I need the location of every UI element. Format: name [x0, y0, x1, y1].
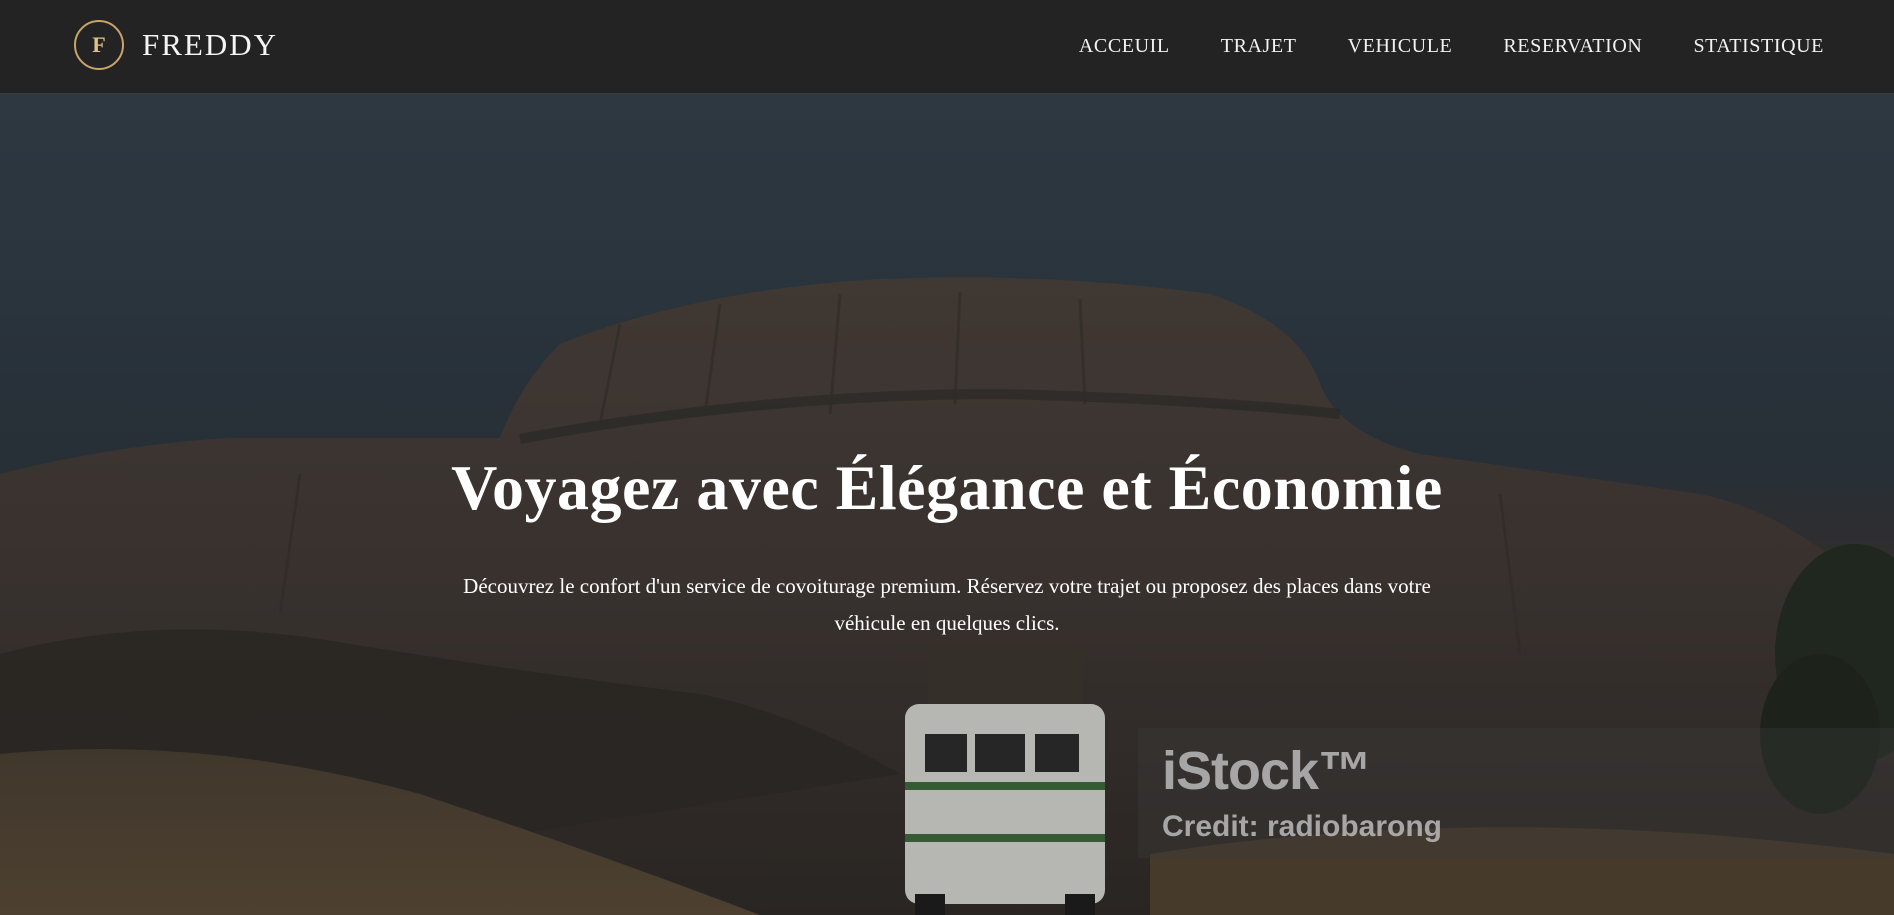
nav-item-trajet[interactable]: TRAJET [1221, 35, 1297, 58]
navbar: F FREDDY ACCEUIL TRAJET VEHICULE RESERVA… [0, 0, 1894, 94]
nav-item-statistique[interactable]: STATISTIQUE [1693, 35, 1824, 58]
nav-item-acceuil[interactable]: ACCEUIL [1079, 35, 1170, 58]
brand-name[interactable]: FREDDY [142, 27, 278, 63]
brand[interactable]: F FREDDY [74, 19, 278, 71]
stock-watermark: iStock™ Credit: radiobarong [1138, 728, 1894, 858]
hero-section: Voyagez avec Élégance et Économie Découv… [0, 94, 1894, 915]
nav-item-reservation[interactable]: RESERVATION [1503, 35, 1642, 58]
hero-title: Voyagez avec Élégance et Économie [451, 452, 1443, 523]
nav-item-vehicule[interactable]: VEHICULE [1348, 35, 1453, 58]
hero-description: Découvrez le confort d'un service de cov… [463, 574, 1431, 635]
watermark-credit: Credit: radiobarong [1162, 810, 1443, 843]
watermark-brand: iStock™ [1162, 741, 1372, 801]
brand-logo-icon[interactable]: F [74, 20, 124, 70]
main-nav: ACCEUIL TRAJET VEHICULE RESERVATION STAT… [1028, 0, 1824, 92]
